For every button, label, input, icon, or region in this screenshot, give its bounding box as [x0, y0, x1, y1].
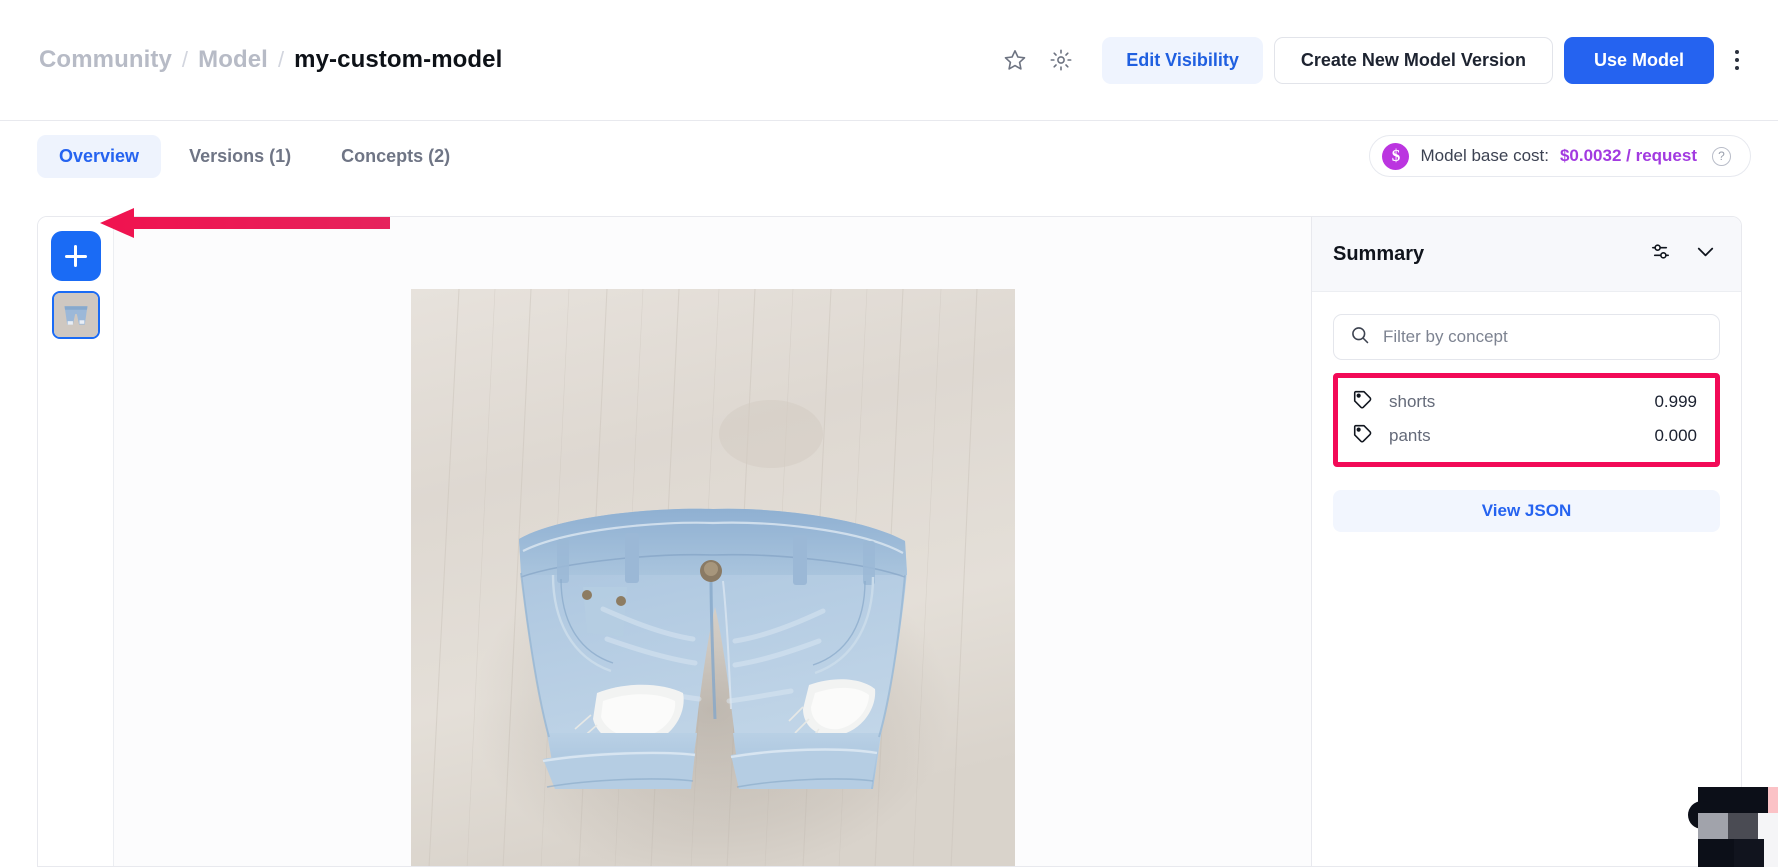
concept-value: 0.000 [1654, 426, 1697, 445]
model-overview-page: Community / Model / my-custom-model Edit… [0, 0, 1778, 867]
edit-visibility-button[interactable]: Edit Visibility [1102, 36, 1263, 84]
breadcrumb-model[interactable]: Model [198, 46, 268, 74]
tag-icon [1352, 423, 1373, 449]
cost-label: Model base cost: [1420, 146, 1549, 165]
dollar-icon: $ [1382, 142, 1410, 170]
concept-name: pants [1389, 426, 1431, 445]
view-json-button[interactable]: View JSON [1333, 490, 1720, 532]
sliders-icon[interactable] [1649, 240, 1672, 268]
image-viewer[interactable] [114, 217, 1311, 866]
search-icon [1350, 325, 1370, 350]
add-input-button[interactable] [50, 231, 101, 281]
tab-versions[interactable]: Versions (1) [167, 135, 313, 178]
summary-panel: Summary Filter by concept shorts 0.999 p… [1311, 217, 1741, 866]
tag-icon [1352, 389, 1373, 415]
concept-value: 0.999 [1654, 392, 1697, 411]
input-thumbnail-rail [38, 217, 114, 866]
top-bar-actions: Edit Visibility Create New Model Version… [992, 36, 1756, 84]
tab-list: Overview Versions (1) Concepts (2) [37, 134, 472, 178]
concept-predictions-list: shorts 0.999 pants 0.000 [1333, 373, 1720, 467]
summary-title: Summary [1333, 242, 1425, 265]
gear-icon[interactable] [1038, 37, 1084, 83]
cost-value: $0.0032 / request [1559, 146, 1697, 165]
breadcrumb: Community / Model / my-custom-model [39, 46, 502, 74]
top-bar: Community / Model / my-custom-model Edit… [0, 0, 1778, 121]
star-icon[interactable] [992, 37, 1038, 83]
model-preview-card: Summary Filter by concept shorts 0.999 p… [37, 216, 1742, 867]
concept-name: shorts [1389, 392, 1436, 411]
breadcrumb-community[interactable]: Community [39, 46, 172, 74]
chevron-down-icon[interactable] [1694, 240, 1717, 268]
model-base-cost-pill: $ Model base cost: $0.0032 / request ? [1369, 135, 1751, 177]
concept-row-pants[interactable]: pants 0.000 [1346, 419, 1707, 453]
summary-header-actions [1649, 240, 1717, 268]
concept-row-shorts[interactable]: shorts 0.999 [1346, 385, 1707, 419]
create-new-model-version-button[interactable]: Create New Model Version [1273, 36, 1553, 84]
use-model-button[interactable]: Use Model [1563, 36, 1714, 84]
summary-header: Summary [1312, 217, 1741, 292]
breadcrumb-separator-1: / [181, 47, 189, 72]
denim-shorts-thumbnail[interactable] [51, 291, 100, 339]
tab-concepts[interactable]: Concepts (2) [319, 135, 472, 178]
breadcrumb-separator-2: / [277, 47, 285, 72]
page-title: my-custom-model [294, 46, 503, 73]
input-image [410, 289, 1015, 866]
filter-input[interactable] [1383, 327, 1703, 347]
tabs-row: Overview Versions (1) Concepts (2) $ Mod… [0, 121, 1778, 191]
more-vertical-icon[interactable] [1718, 37, 1756, 83]
summary-body: shorts 0.999 pants 0.000 [1312, 292, 1741, 866]
filter-by-concept-field[interactable] [1333, 314, 1720, 360]
tab-overview[interactable]: Overview [37, 134, 162, 178]
help-circle-icon[interactable]: ? [1712, 146, 1731, 166]
